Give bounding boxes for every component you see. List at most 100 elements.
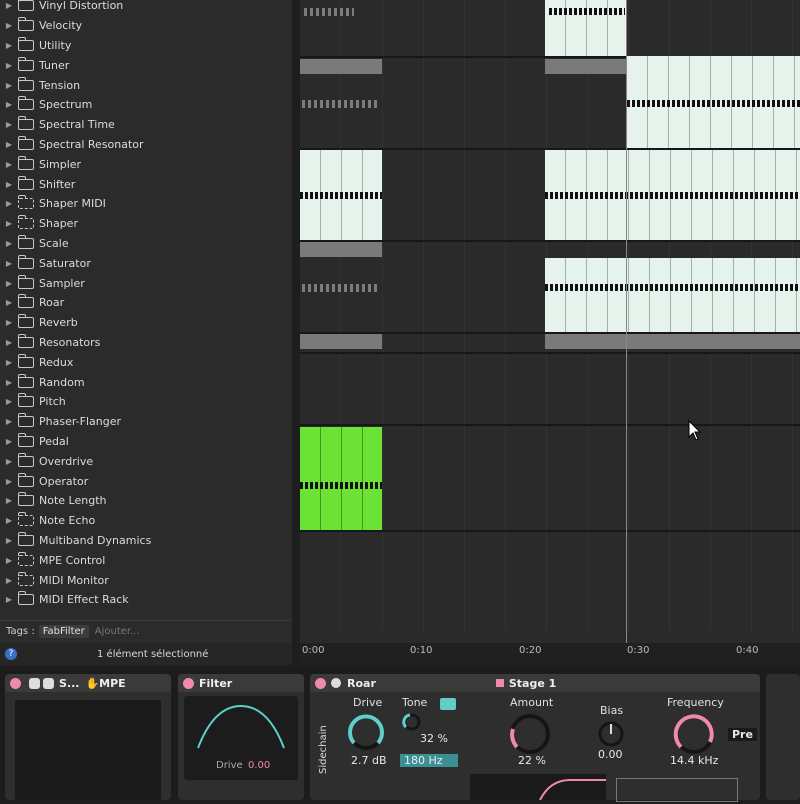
browser-item[interactable]: ▶ Velocity xyxy=(0,16,292,36)
expand-arrow-icon[interactable]: ▶ xyxy=(0,457,18,466)
clip-bar[interactable] xyxy=(300,59,382,74)
power-icon[interactable] xyxy=(183,677,194,689)
arrangement-view[interactable] xyxy=(300,0,800,643)
expand-arrow-icon[interactable]: ▶ xyxy=(0,239,18,248)
clip-bar[interactable] xyxy=(545,59,627,74)
expand-arrow-icon[interactable]: ▶ xyxy=(0,21,18,30)
expand-arrow-icon[interactable]: ▶ xyxy=(0,378,18,387)
browser-item[interactable]: ▶ Spectral Resonator xyxy=(0,135,292,155)
tone-frequency[interactable]: 180 Hz xyxy=(400,754,458,767)
expand-arrow-icon[interactable]: ▶ xyxy=(0,318,18,327)
expand-arrow-icon[interactable]: ▶ xyxy=(0,219,18,228)
midi-clip[interactable] xyxy=(300,150,382,240)
clip-bar[interactable] xyxy=(545,334,800,349)
tag-add-field[interactable]: Ajouter... xyxy=(95,626,140,637)
midi-clip[interactable] xyxy=(545,0,627,56)
browser-item[interactable]: ▶ MPE Control xyxy=(0,550,292,570)
browser-item[interactable]: ▶ Pitch xyxy=(0,392,292,412)
browser-item[interactable]: ▶ Operator xyxy=(0,471,292,491)
expand-arrow-icon[interactable]: ▶ xyxy=(0,199,18,208)
frequency-display[interactable] xyxy=(616,778,738,802)
midi-clip[interactable] xyxy=(627,56,800,148)
clip-bar[interactable] xyxy=(300,334,382,349)
frequency-knob[interactable] xyxy=(672,712,716,756)
clip-bar[interactable] xyxy=(300,242,382,257)
expand-arrow-icon[interactable]: ▶ xyxy=(0,536,18,545)
browser-item[interactable]: ▶ Redux xyxy=(0,352,292,372)
expand-arrow-icon[interactable]: ▶ xyxy=(0,100,18,109)
browser-item[interactable]: ▶ Reverb xyxy=(0,313,292,333)
expand-arrow-icon[interactable]: ▶ xyxy=(0,397,18,406)
browser-item[interactable]: ▶ Vinyl Distortion xyxy=(0,0,292,16)
expand-arrow-icon[interactable]: ▶ xyxy=(0,41,18,50)
browser-item[interactable]: ▶ Note Length xyxy=(0,491,292,511)
fold-icon[interactable] xyxy=(29,677,40,689)
menu-icon[interactable] xyxy=(43,677,54,689)
mpe-device[interactable]: S... ✋ MPE xyxy=(5,674,171,800)
browser-item[interactable]: ▶ Spectral Time xyxy=(0,115,292,135)
browser-item[interactable]: ▶ Tuner xyxy=(0,55,292,75)
shaper-display[interactable] xyxy=(470,774,606,801)
sidechain-label[interactable]: Sidechain xyxy=(318,725,329,774)
browser-item[interactable]: ▶ Note Echo xyxy=(0,511,292,531)
browser-item[interactable]: ▶ Phaser-Flanger xyxy=(0,412,292,432)
expand-arrow-icon[interactable]: ▶ xyxy=(0,417,18,426)
stage-tab[interactable]: Stage 1 xyxy=(509,677,556,690)
browser-item[interactable]: ▶ Resonators xyxy=(0,333,292,353)
expand-arrow-icon[interactable]: ▶ xyxy=(0,81,18,90)
expand-arrow-icon[interactable]: ▶ xyxy=(0,437,18,446)
expand-arrow-icon[interactable]: ▶ xyxy=(0,516,18,525)
midi-clip-green[interactable] xyxy=(300,427,382,530)
browser-item[interactable]: ▶ Tension xyxy=(0,75,292,95)
expand-arrow-icon[interactable]: ▶ xyxy=(0,160,18,169)
tag-chip-fabfilter[interactable]: FabFilter xyxy=(38,624,89,638)
browser-item[interactable]: ▶ Utility xyxy=(0,36,292,56)
next-device[interactable] xyxy=(766,674,800,800)
time-ruler[interactable]: 0:00 0:10 0:20 0:30 0:40 xyxy=(300,643,800,665)
browser-item[interactable]: ▶ Roar xyxy=(0,293,292,313)
expand-arrow-icon[interactable]: ▶ xyxy=(0,140,18,149)
expand-arrow-icon[interactable]: ▶ xyxy=(0,61,18,70)
midi-clip[interactable] xyxy=(545,150,800,240)
power-icon[interactable] xyxy=(10,677,21,689)
filter-device[interactable]: Filter Drive 0.00 xyxy=(178,674,304,800)
browser-item[interactable]: ▶ Sampler xyxy=(0,273,292,293)
roar-device[interactable]: Roar Stage 1 Sidechain Drive 2.7 dB Tone… xyxy=(310,674,760,802)
midi-clip[interactable] xyxy=(545,258,800,332)
info-icon[interactable]: ? xyxy=(5,648,17,660)
bias-knob[interactable] xyxy=(597,720,625,748)
expand-arrow-icon[interactable]: ▶ xyxy=(0,338,18,347)
expand-arrow-icon[interactable]: ▶ xyxy=(0,120,18,129)
browser-item[interactable]: ▶ MIDI Monitor xyxy=(0,570,292,590)
pre-button[interactable]: Pre xyxy=(728,728,757,741)
expand-arrow-icon[interactable]: ▶ xyxy=(0,259,18,268)
browser-item[interactable]: ▶ Scale xyxy=(0,234,292,254)
playhead[interactable] xyxy=(626,0,627,643)
expand-arrow-icon[interactable]: ▶ xyxy=(0,595,18,604)
browser-item[interactable]: ▶ Multiband Dynamics xyxy=(0,531,292,551)
browser-item[interactable]: ▶ Random xyxy=(0,372,292,392)
expand-arrow-icon[interactable]: ▶ xyxy=(0,358,18,367)
browser-item[interactable]: ▶ Shifter xyxy=(0,174,292,194)
expand-arrow-icon[interactable]: ▶ xyxy=(0,477,18,486)
browser-item[interactable]: ▶ Shaper xyxy=(0,214,292,234)
filter-display[interactable]: Drive 0.00 xyxy=(184,696,298,780)
hotswap-icon[interactable] xyxy=(331,678,341,688)
expand-arrow-icon[interactable]: ▶ xyxy=(0,180,18,189)
tone-filter-icon[interactable] xyxy=(440,698,456,710)
expand-arrow-icon[interactable]: ▶ xyxy=(0,1,18,10)
browser-item[interactable]: ▶ Saturator xyxy=(0,253,292,273)
amount-knob[interactable] xyxy=(508,712,552,756)
browser-item[interactable]: ▶ Spectrum xyxy=(0,95,292,115)
browser-item[interactable]: ▶ MIDI Effect Rack xyxy=(0,590,292,610)
tone-knob[interactable] xyxy=(402,712,422,732)
browser-item[interactable]: ▶ Shaper MIDI xyxy=(0,194,292,214)
expand-arrow-icon[interactable]: ▶ xyxy=(0,279,18,288)
browser-item[interactable]: ▶ Overdrive xyxy=(0,451,292,471)
expand-arrow-icon[interactable]: ▶ xyxy=(0,556,18,565)
expand-arrow-icon[interactable]: ▶ xyxy=(0,298,18,307)
browser-item[interactable]: ▶ Pedal xyxy=(0,432,292,452)
expand-arrow-icon[interactable]: ▶ xyxy=(0,576,18,585)
browser-item[interactable]: ▶ Simpler xyxy=(0,154,292,174)
expand-arrow-icon[interactable]: ▶ xyxy=(0,496,18,505)
